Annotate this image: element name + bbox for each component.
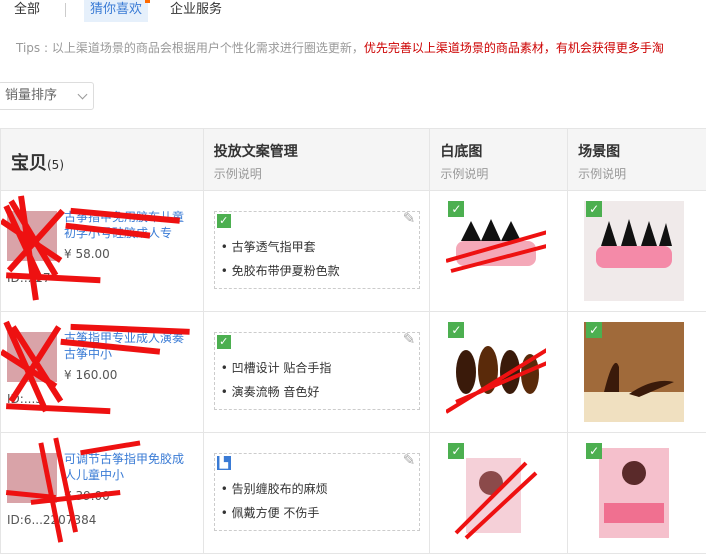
new-badge-dot (145, 0, 150, 3)
product-cell: 古筝指甲专业成人演奏古筝中小 ¥ 160.00 ID:...3 (1, 312, 204, 433)
header-baby-label: 宝贝 (11, 153, 47, 174)
product-title[interactable]: 古筝指甲免用胶布儿童初学小号硅胶成人专 (64, 209, 189, 241)
header-scene-label: 场景图 (578, 144, 620, 160)
product-cell: 可调节古筝指甲免胶成人儿童中小 ¥ 39.00 ID:6...2207384 (1, 433, 204, 554)
header-copy: 投放文案管理示例说明 (203, 129, 430, 191)
header-scene: 场景图示例说明 (568, 129, 706, 191)
product-id: ID:6...2207384 (7, 513, 96, 527)
example-link[interactable]: 示例说明 (214, 165, 420, 182)
copy-box: ✓ ✎ • 古筝透气指甲套 • 免胶布带伊夏粉色款 (214, 211, 420, 289)
header-baby-count: (5) (47, 158, 64, 172)
copy-line-text: 告别缠胶布的麻烦 (232, 482, 328, 496)
tab-divider (65, 3, 66, 17)
copy-box: ✓ ✎ • 凹槽设计 贴合手指 • 演奏流畅 音色好 (214, 332, 420, 410)
scene-cell: ✓ (568, 433, 706, 554)
copy-line: • 演奏流畅 音色好 (221, 383, 320, 400)
copy-line-text: 佩戴方便 不伤手 (232, 506, 320, 520)
edit-icon[interactable]: ✎ (403, 452, 419, 468)
copy-line-text: 古筝透气指甲套 (232, 240, 316, 254)
check-icon: ✓ (586, 322, 602, 338)
product-table: 宝贝(5) 投放文案管理示例说明 白底图示例说明 场景图示例说明 古筝指甲免用胶… (0, 128, 706, 554)
product-id: ID:...27 (7, 271, 51, 285)
tips-highlight: 优先完善以上渠道场景的商品素材，有机会获得更多手淘 (364, 41, 664, 55)
table-row: 可调节古筝指甲免胶成人儿童中小 ¥ 39.00 ID:6...2207384 ▙… (1, 433, 706, 554)
copy-line-text: 凹槽设计 贴合手指 (232, 361, 332, 375)
check-icon: ✓ (448, 201, 464, 217)
white-bg-cell: ✓ (430, 191, 568, 312)
sort-dropdown[interactable]: 销量排序 (0, 82, 94, 110)
sort-label: 销量排序 (5, 88, 57, 103)
white-bg-cell: ✓ (430, 433, 568, 554)
chevron-down-icon (78, 90, 88, 100)
header-copy-label: 投放文案管理 (214, 144, 298, 160)
copy-line-text: 演奏流畅 音色好 (232, 385, 320, 399)
tab-all[interactable]: 全部 (14, 0, 40, 22)
header-white-bg: 白底图示例说明 (430, 129, 568, 191)
table-row: 古筝指甲专业成人演奏古筝中小 ¥ 160.00 ID:...3 ✓ ✎ • 凹槽… (1, 312, 706, 433)
tab-bar: 全部 猜你喜欢 企业服务 (0, 0, 706, 26)
product-price: ¥ 58.00 (64, 247, 110, 261)
copy-line: • 告别缠胶布的麻烦 (221, 480, 328, 497)
header-baby: 宝贝(5) (1, 129, 204, 191)
edit-icon[interactable]: ✎ (403, 331, 419, 347)
product-id: ID:...3 (7, 392, 43, 406)
copy-box: ▙ ✎ • 告别缠胶布的麻烦 • 佩戴方便 不伤手 (214, 453, 420, 531)
product-price: ¥ 160.00 (64, 368, 117, 382)
example-link[interactable]: 示例说明 (578, 165, 701, 182)
product-title[interactable]: 可调节古筝指甲免胶成人儿童中小 (64, 451, 189, 483)
tab-enterprise-services[interactable]: 企业服务 (170, 0, 222, 22)
copy-line: • 佩戴方便 不伤手 (221, 504, 320, 521)
copy-cell: ▙ ✎ • 告别缠胶布的麻烦 • 佩戴方便 不伤手 (203, 433, 430, 554)
product-thumbnail[interactable] (7, 332, 57, 382)
check-icon: ✓ (448, 443, 464, 459)
copy-line: • 免胶布带伊夏粉色款 (221, 262, 340, 279)
tab-guess-you-like[interactable]: 猜你喜欢 (84, 0, 148, 22)
white-bg-cell: ✓ (430, 312, 568, 433)
copy-cell: ✓ ✎ • 古筝透气指甲套 • 免胶布带伊夏粉色款 (203, 191, 430, 312)
check-icon: ✓ (217, 214, 231, 228)
product-thumbnail[interactable] (7, 453, 57, 503)
header-white-label: 白底图 (440, 144, 482, 160)
example-link[interactable]: 示例说明 (440, 165, 557, 182)
copy-line: • 凹槽设计 贴合手指 (221, 359, 332, 376)
scene-cell: ✓ (568, 312, 706, 433)
tab-guess-label: 猜你喜欢 (90, 2, 142, 17)
product-title[interactable]: 古筝指甲专业成人演奏古筝中小 (64, 330, 189, 362)
table-row: 古筝指甲免用胶布儿童初学小号硅胶成人专 ¥ 58.00 ID:...27 ✓ ✎… (1, 191, 706, 312)
scene-cell: ✓ (568, 191, 706, 312)
product-thumbnail[interactable] (7, 211, 57, 261)
copy-line-text: 免胶布带伊夏粉色款 (232, 264, 340, 278)
product-cell: 古筝指甲免用胶布儿童初学小号硅胶成人专 ¥ 58.00 ID:...27 (1, 191, 204, 312)
pending-icon: ▙ (217, 456, 231, 470)
check-icon: ✓ (586, 201, 602, 217)
copy-line: • 古筝透气指甲套 (221, 238, 316, 255)
tips-banner: Tips : 以上渠道场景的商品会根据用户个性化需求进行圈选更新，优先完善以上渠… (0, 36, 706, 60)
tips-text: Tips : 以上渠道场景的商品会根据用户个性化需求进行圈选更新， (16, 41, 364, 55)
check-icon: ✓ (586, 443, 602, 459)
table-header: 宝贝(5) 投放文案管理示例说明 白底图示例说明 场景图示例说明 (1, 129, 706, 191)
product-price: ¥ 39.00 (64, 489, 110, 503)
copy-cell: ✓ ✎ • 凹槽设计 贴合手指 • 演奏流畅 音色好 (203, 312, 430, 433)
check-icon: ✓ (448, 322, 464, 338)
check-icon: ✓ (217, 335, 231, 349)
edit-icon[interactable]: ✎ (403, 210, 419, 226)
